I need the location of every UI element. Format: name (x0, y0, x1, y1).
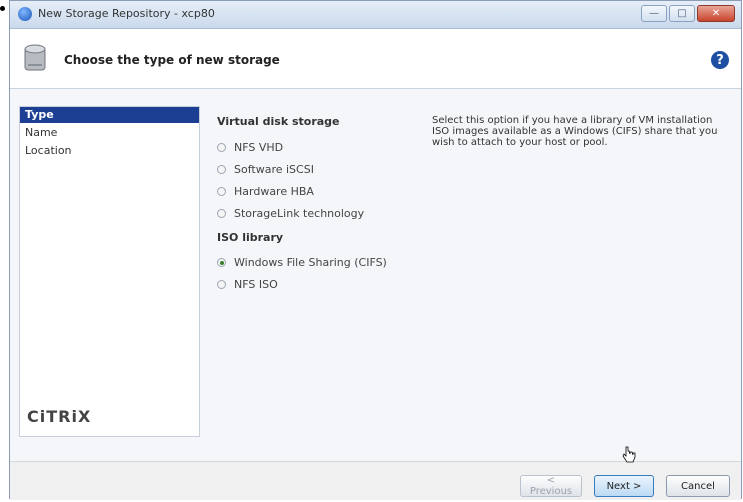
radio-cifs[interactable] (217, 258, 226, 267)
radio-storagelink[interactable] (217, 209, 226, 218)
cancel-button[interactable]: Cancel (666, 475, 730, 497)
option-label: NFS VHD (234, 141, 284, 154)
option-cifs[interactable]: Windows File Sharing (CIFS) (217, 256, 387, 269)
option-software-iscsi[interactable]: Software iSCSI (217, 163, 314, 176)
maximize-icon: □ (677, 8, 687, 19)
sidebar-item-label: Type (25, 108, 54, 121)
window-controls: — □ ✕ (641, 5, 735, 22)
next-button[interactable]: Next > (594, 475, 654, 497)
sidebar-item-name[interactable]: Name (20, 125, 199, 141)
radio-nfs-vhd[interactable] (217, 143, 226, 152)
page-title: Choose the type of new storage (64, 53, 280, 67)
sidebar-item-type[interactable]: Type (20, 107, 199, 123)
citrix-logo: CiTRiX (27, 407, 92, 426)
option-label: NFS ISO (234, 278, 278, 291)
previous-button[interactable]: < Previous (520, 475, 582, 497)
radio-hardware-hba[interactable] (217, 187, 226, 196)
wizard-steps-sidebar: Type Name Location CiTRiX (19, 106, 200, 437)
option-nfs-vhd[interactable]: NFS VHD (217, 141, 283, 154)
option-label: Windows File Sharing (CIFS) (234, 256, 387, 269)
help-icon[interactable]: ? (711, 51, 729, 69)
storage-type-panel: Virtual disk storage NFS VHD Software iS… (200, 88, 740, 461)
option-hardware-hba[interactable]: Hardware HBA (217, 185, 314, 198)
wizard-window: New Storage Repository - xcp80 — □ ✕ Cho… (9, 0, 742, 500)
maximize-button[interactable]: □ (669, 5, 695, 22)
option-label: Software iSCSI (234, 163, 314, 176)
option-description: Select this option if you have a library… (432, 115, 718, 148)
option-label: StorageLink technology (234, 207, 365, 220)
sidebar-item-label: Location (25, 144, 72, 157)
virtual-disk-heading: Virtual disk storage (217, 115, 340, 128)
list-bullet (0, 6, 5, 11)
title-bar[interactable]: New Storage Repository - xcp80 — □ ✕ (10, 1, 741, 29)
wizard-header: Choose the type of new storage ? (10, 29, 741, 89)
minimize-icon: — (649, 8, 659, 19)
wizard-footer: < Previous Next > Cancel (10, 461, 741, 500)
radio-software-iscsi[interactable] (217, 165, 226, 174)
sidebar-item-location[interactable]: Location (20, 143, 199, 159)
radio-nfs-iso[interactable] (217, 280, 226, 289)
window-title: New Storage Repository - xcp80 (38, 7, 215, 20)
minimize-button[interactable]: — (641, 5, 667, 22)
option-label: Hardware HBA (234, 185, 314, 198)
iso-library-heading: ISO library (217, 231, 284, 244)
storage-drive-icon (24, 44, 46, 71)
xencenter-app-icon (18, 7, 32, 21)
option-storagelink[interactable]: StorageLink technology (217, 207, 364, 220)
option-nfs-iso[interactable]: NFS ISO (217, 278, 278, 291)
sidebar-item-label: Name (25, 126, 58, 139)
close-button[interactable]: ✕ (697, 5, 735, 22)
hand-pointer-cursor-icon (622, 446, 636, 463)
close-icon: ✕ (711, 8, 721, 19)
